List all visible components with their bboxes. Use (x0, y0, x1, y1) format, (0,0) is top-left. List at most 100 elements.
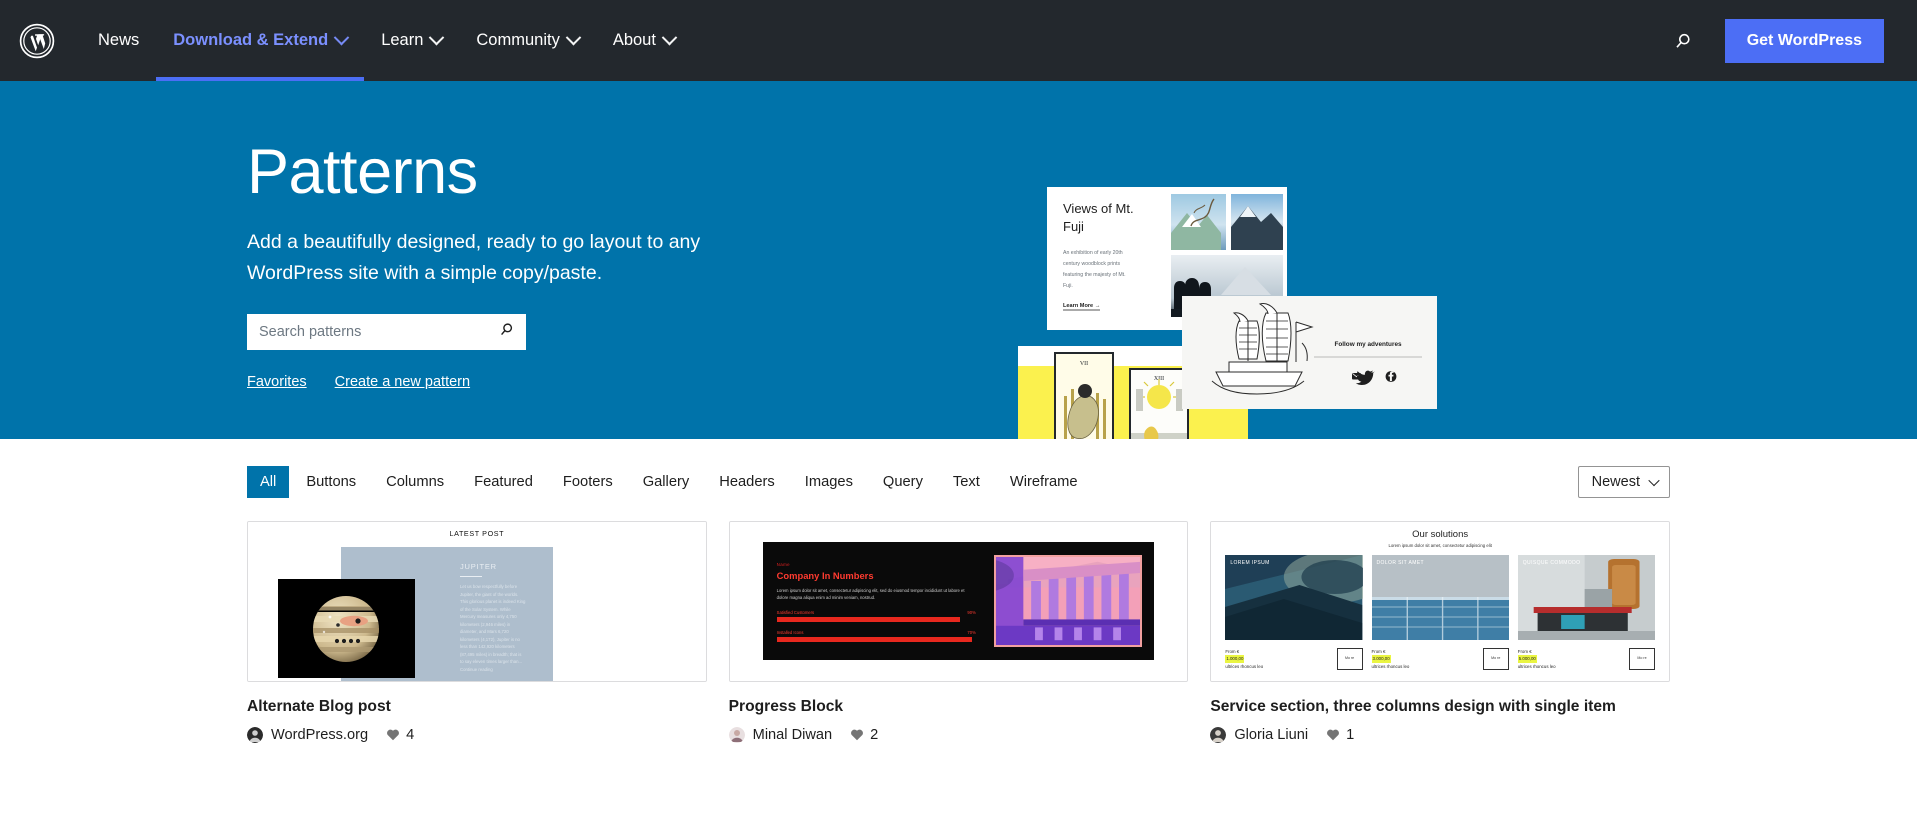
nav-label: About (613, 31, 656, 50)
chevron-down-icon (662, 30, 678, 46)
progress-value: 70% (967, 630, 975, 635)
more-button[interactable]: Mo re (1337, 648, 1363, 670)
search-icon[interactable] (1673, 31, 1693, 51)
avatar (1210, 727, 1226, 743)
like-count: 2 (870, 727, 878, 743)
nav-item-learn[interactable]: Learn (364, 0, 459, 81)
chip-text[interactable]: Text (940, 466, 993, 498)
chevron-down-icon (566, 30, 582, 46)
solution-column: DOLOR SIT AMET From € 3.000,00 ultrices … (1372, 555, 1509, 670)
price-value: 1.000,00 (1225, 655, 1244, 662)
heart-icon (1326, 728, 1340, 741)
price-value: 5.000,00 (1518, 655, 1537, 662)
chip-featured[interactable]: Featured (461, 466, 546, 498)
heart-icon (850, 728, 864, 741)
preview-heading: Our solutions (1225, 529, 1655, 540)
chevron-down-icon (429, 30, 445, 46)
pattern-author[interactable]: Gloria Liuni (1234, 727, 1308, 743)
colonnade-photo (994, 555, 1143, 647)
price-from: From € (1518, 648, 1556, 655)
pattern-grid: LATEST POST (247, 521, 1670, 743)
more-button[interactable]: Mo re (1629, 648, 1655, 670)
favorites-link[interactable]: Favorites (247, 374, 307, 390)
search-input[interactable] (259, 324, 498, 340)
chip-headers[interactable]: Headers (706, 466, 788, 498)
nav-label: Download & Extend (173, 31, 328, 50)
pattern-author[interactable]: Minal Diwan (753, 727, 832, 743)
progress-row: Installed Icons 70% (777, 630, 976, 635)
primary-navigation: News Download & Extend Learn Community A… (81, 0, 692, 81)
pattern-preview[interactable]: LATEST POST (247, 521, 707, 682)
pattern-author[interactable]: WordPress.org (271, 727, 368, 743)
nav-item-download-extend[interactable]: Download & Extend (156, 0, 364, 81)
likes[interactable]: 4 (386, 727, 414, 743)
pattern-preview[interactable]: Name Company In Numbers Lorem ipsum dolo… (729, 521, 1189, 682)
pattern-title[interactable]: Progress Block (729, 697, 1189, 718)
nav-item-about[interactable]: About (596, 0, 692, 81)
pattern-meta: Minal Diwan 2 (729, 727, 1189, 743)
preview-subheading: Lorem ipsum dolor sit amet, consectetur … (1225, 543, 1655, 548)
chip-wireframe[interactable]: Wireframe (997, 466, 1091, 498)
nav-item-news[interactable]: News (81, 0, 156, 81)
solution-photo: DOLOR SIT AMET (1372, 555, 1509, 640)
likes[interactable]: 2 (850, 727, 878, 743)
price-note: ultrices rhoncus leo (1518, 663, 1556, 670)
nav-label: Community (476, 31, 559, 50)
sort-value: Newest (1592, 474, 1640, 490)
category-chips: All Buttons Columns Featured Footers Gal… (247, 466, 1091, 498)
progress-row: Satisfied Customers 90% (777, 610, 976, 615)
likes[interactable]: 1 (1326, 727, 1354, 743)
chevron-down-icon (334, 30, 350, 46)
pattern-title[interactable]: Service section, three columns design wi… (1210, 697, 1670, 718)
hero-links: Favorites Create a new pattern (247, 374, 1679, 390)
pattern-card[interactable]: LATEST POST (247, 521, 707, 743)
preview-eyebrow: LATEST POST (248, 522, 706, 538)
sort-dropdown[interactable]: Newest (1578, 466, 1670, 498)
progress-bar (777, 637, 972, 642)
pattern-card[interactable]: Our solutions Lorem ipsum dolor sit amet… (1210, 521, 1670, 743)
chip-columns[interactable]: Columns (373, 466, 457, 498)
chevron-down-icon (1648, 475, 1659, 486)
chip-all[interactable]: All (247, 466, 289, 498)
solution-label: DOLOR SIT AMET (1377, 560, 1424, 568)
like-count: 1 (1346, 727, 1354, 743)
search-icon[interactable] (498, 321, 515, 343)
price-note: ultrices rhoncus leo (1225, 663, 1263, 670)
preview-eyebrow: Name (777, 562, 976, 567)
progress-label: Installed Icons (777, 630, 804, 635)
solution-photo: LOREM IPSUM (1225, 555, 1362, 640)
avatar (729, 727, 745, 743)
chip-footers[interactable]: Footers (550, 466, 626, 498)
hero-subtitle: Add a beautifully designed, ready to go … (247, 227, 717, 287)
more-button[interactable]: Mo re (1483, 648, 1509, 670)
divider (460, 576, 482, 577)
progress-bar (777, 617, 960, 622)
solution-column: QUISQUE COMMODO From € 5.000,00 ultrices… (1518, 555, 1655, 670)
get-wordpress-button[interactable]: Get WordPress (1725, 19, 1884, 63)
search-patterns-field[interactable] (247, 314, 526, 350)
solution-label: LOREM IPSUM (1230, 560, 1269, 568)
preview-heading: Company In Numbers (777, 570, 976, 581)
nav-label: Learn (381, 31, 423, 50)
create-new-pattern-link[interactable]: Create a new pattern (335, 374, 470, 390)
preview-column-text: Let us bow respectfully before Jupiter, … (460, 583, 526, 673)
chip-buttons[interactable]: Buttons (293, 466, 369, 498)
pattern-title[interactable]: Alternate Blog post (247, 697, 707, 718)
preview-body: Lorem ipsum dolor sit amet, consectetur … (777, 587, 976, 602)
solution-column: LOREM IPSUM From € 1.000,00 ultrices rho… (1225, 555, 1362, 670)
pattern-preview[interactable]: Our solutions Lorem ipsum dolor sit amet… (1210, 521, 1670, 682)
nav-label: News (98, 31, 139, 50)
chip-query[interactable]: Query (870, 466, 936, 498)
hero-section: Patterns Add a beautifully designed, rea… (0, 81, 1917, 439)
price-from: From € (1372, 648, 1410, 655)
solution-photo: QUISQUE COMMODO (1518, 555, 1655, 640)
chip-images[interactable]: Images (792, 466, 866, 498)
like-count: 4 (406, 727, 414, 743)
jupiter-photo (278, 579, 415, 678)
pattern-card[interactable]: Name Company In Numbers Lorem ipsum dolo… (729, 521, 1189, 743)
pattern-meta: Gloria Liuni 1 (1210, 727, 1670, 743)
chip-gallery[interactable]: Gallery (630, 466, 703, 498)
wordpress-logo-icon[interactable] (17, 21, 57, 61)
nav-item-community[interactable]: Community (459, 0, 595, 81)
preview-column-heading: JUPITER (460, 562, 526, 571)
